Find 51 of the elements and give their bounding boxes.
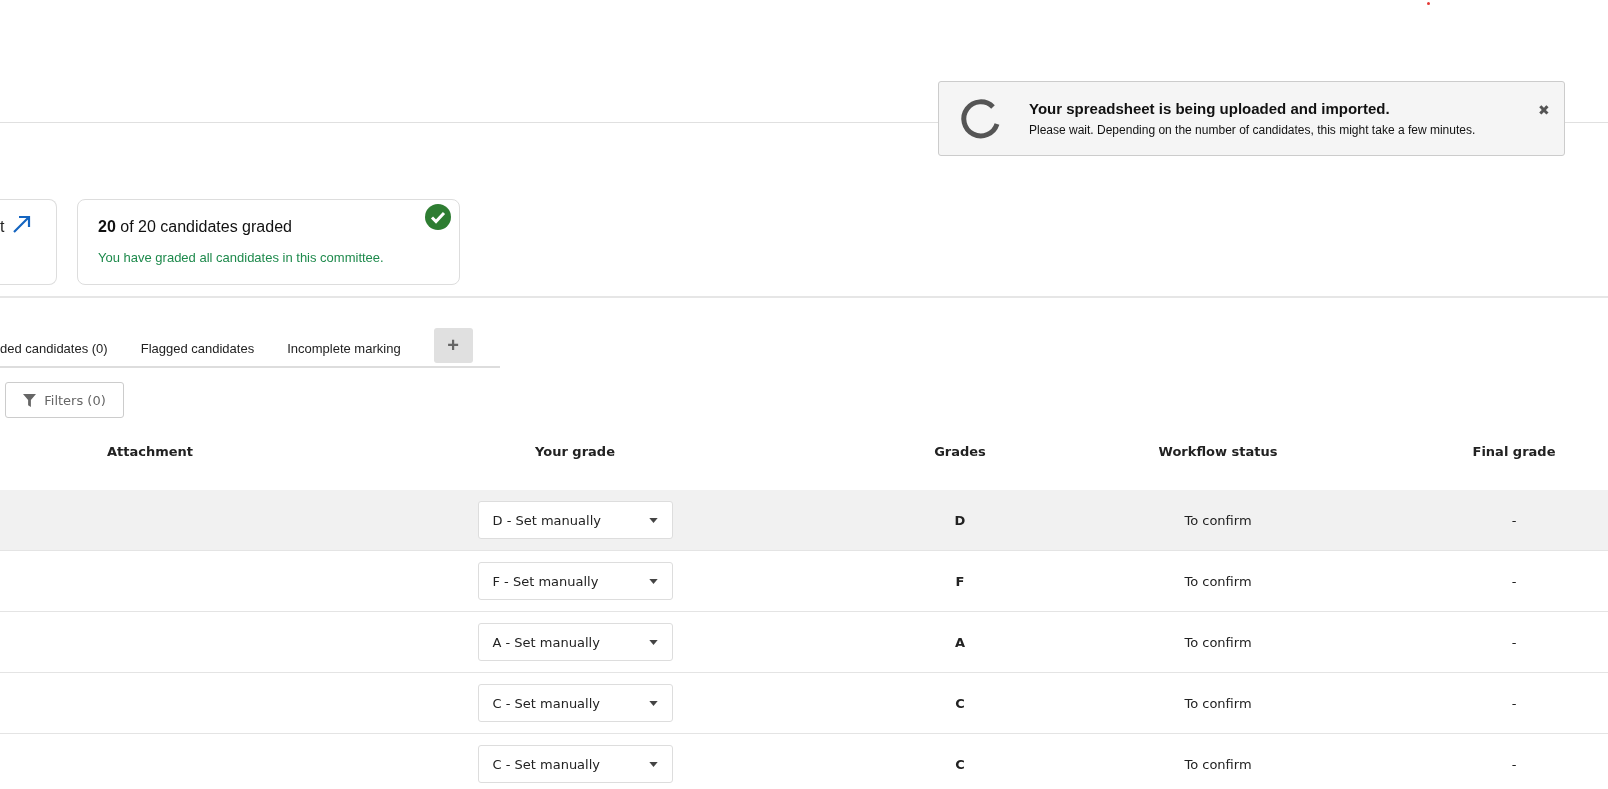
- tab[interactable]: ded candidates (0): [0, 341, 108, 366]
- grade-dropdown[interactable]: C - Set manually: [477, 745, 673, 783]
- notification-message: Please wait. Depending on the number of candidates, this might take a few minutes.: [1029, 123, 1477, 137]
- filters-button[interactable]: Filters (0): [5, 382, 124, 418]
- card-title: t: [0, 218, 5, 236]
- column-header: Workflow status: [1157, 444, 1279, 459]
- column-header: Final grade: [1471, 444, 1557, 459]
- card-title: 20 of 20 candidates graded: [98, 218, 292, 236]
- grade-dropdown[interactable]: F - Set manually: [477, 562, 673, 600]
- table-cell-text: C: [954, 756, 966, 772]
- indicator-dot: [1427, 2, 1430, 5]
- table-cell-text: To confirm: [1183, 695, 1253, 711]
- caret-icon: [648, 700, 658, 706]
- column-header: Grades: [933, 444, 987, 459]
- grade-dropdown[interactable]: D - Set manually: [477, 501, 673, 539]
- grade-dropdown[interactable]: A - Set manually: [477, 623, 673, 661]
- table-cell-text: F: [954, 573, 966, 589]
- caret-icon: [648, 578, 658, 584]
- table-cell-text: A: [953, 634, 967, 650]
- summary-card[interactable]: t: [0, 199, 57, 285]
- table-cell-text: -: [1510, 695, 1518, 711]
- check-circle-icon: [425, 204, 451, 230]
- filter-icon: [23, 393, 37, 407]
- column-header: Your grade: [534, 444, 616, 459]
- caret-icon: [648, 761, 658, 767]
- table-cell-text: -: [1510, 756, 1518, 772]
- notification-title: Your spreadsheet is being uploaded and imported.: [1029, 100, 1391, 117]
- table-cell-text: To confirm: [1183, 756, 1253, 772]
- caret-icon: [648, 639, 658, 645]
- table-cell-text: C: [954, 695, 966, 711]
- table-row[interactable]: A - Set manually A To confirm -: [0, 612, 1608, 673]
- add-tab-button[interactable]: +: [433, 328, 473, 363]
- table-cell-text: -: [1510, 512, 1518, 528]
- table-cell-text: D: [953, 512, 967, 528]
- table-row[interactable]: F - Set manually F To confirm -: [0, 551, 1608, 612]
- grade-dropdown[interactable]: C - Set manually: [477, 684, 673, 722]
- table-row[interactable]: C - Set manually C To confirm -: [0, 734, 1608, 789]
- table-cell-text: To confirm: [1183, 512, 1253, 528]
- table-row[interactable]: D - Set manually D To confirm -: [0, 490, 1608, 551]
- card-message: You have graded all candidates in this committee.: [98, 250, 384, 265]
- table-cell-text: -: [1510, 634, 1518, 650]
- arrow-up-right-icon: [12, 214, 33, 234]
- column-header: Attachment: [105, 444, 195, 459]
- table-row[interactable]: C - Set manually C To confirm -: [0, 673, 1608, 734]
- caret-icon: [648, 517, 658, 523]
- table-cell-text: To confirm: [1183, 634, 1253, 650]
- close-button[interactable]: ✖: [1538, 102, 1550, 118]
- tab[interactable]: Incomplete marking: [287, 341, 401, 366]
- table-cell-text: To confirm: [1183, 573, 1253, 589]
- tab[interactable]: Flagged candidates: [140, 341, 255, 366]
- table-cell-text: -: [1510, 573, 1518, 589]
